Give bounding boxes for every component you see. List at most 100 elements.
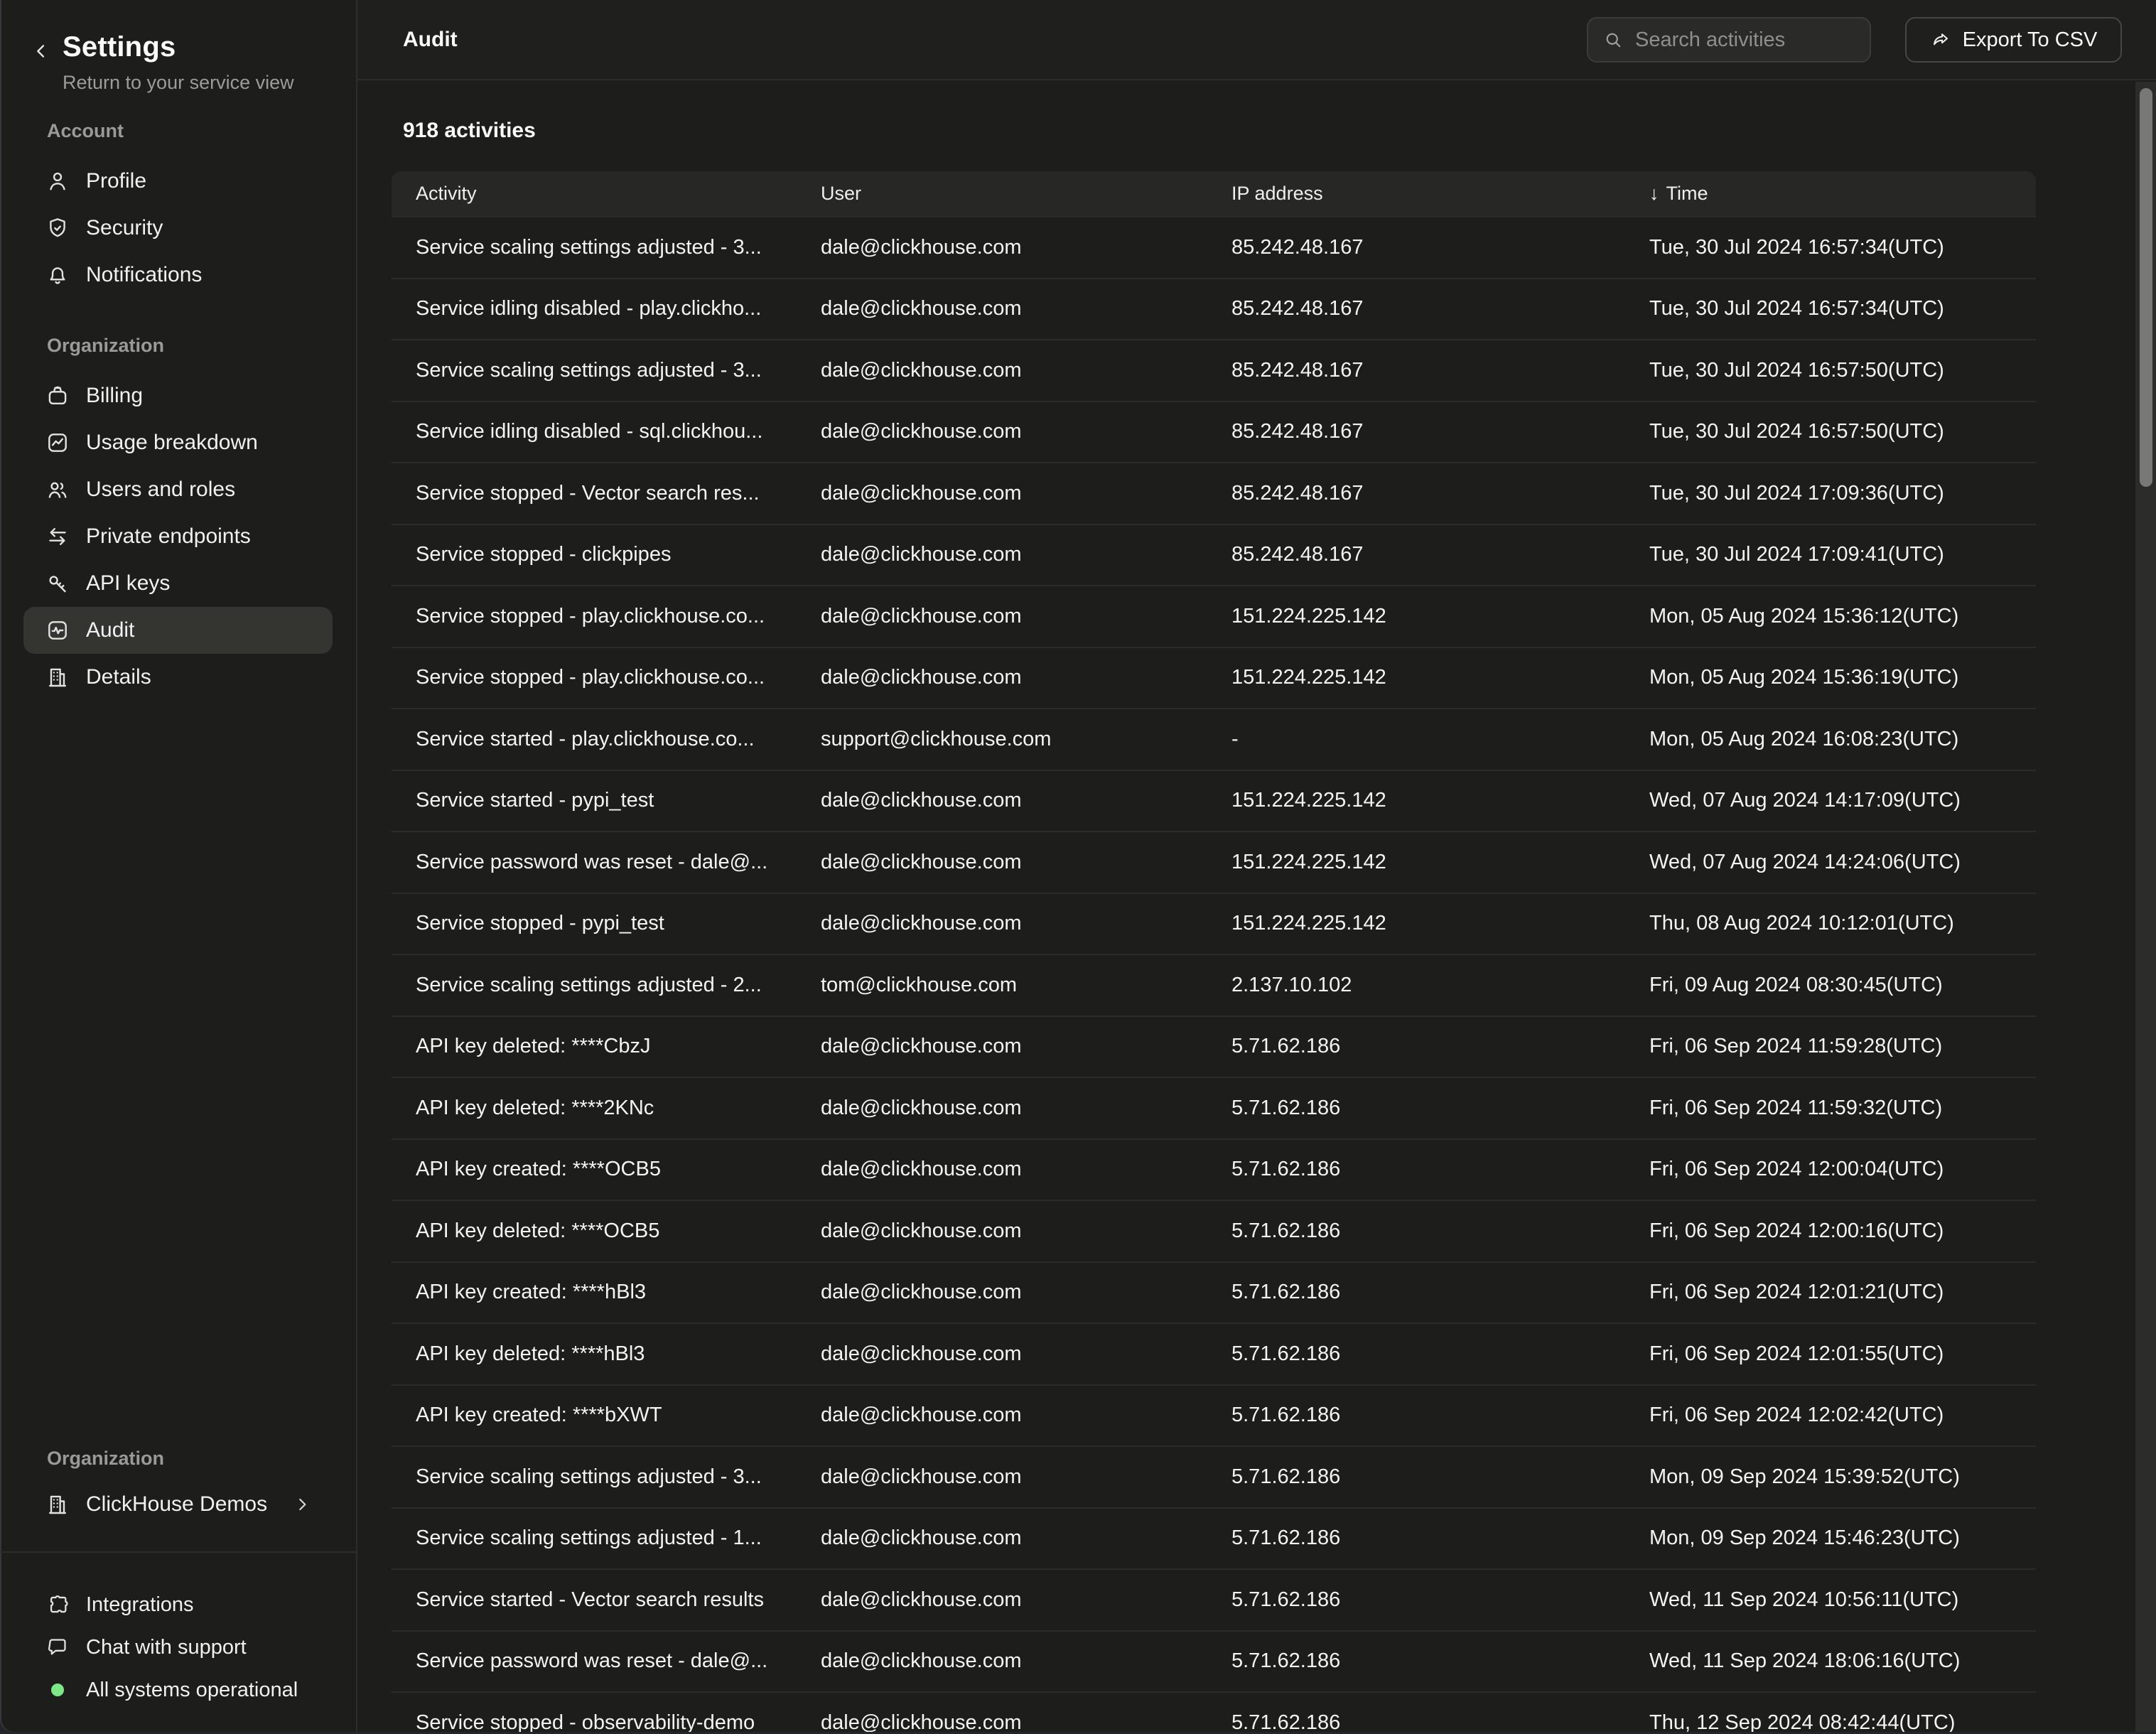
bell-icon <box>45 262 70 288</box>
cell-ip: 85.242.48.167 <box>1207 402 1625 463</box>
sidebar-item-usage-breakdown[interactable]: Usage breakdown <box>23 419 333 466</box>
cell-ip: 5.71.62.186 <box>1207 1200 1625 1262</box>
org-name: ClickHouse Demos <box>86 1492 267 1517</box>
main-panel: Audit Export To CSV 918 activities <box>357 0 2156 1732</box>
system-status-link[interactable]: All systems operational <box>23 1669 333 1711</box>
cell-user: dale@clickhouse.com <box>797 893 1207 955</box>
sidebar-item-api-keys[interactable]: API keys <box>23 560 333 607</box>
sidebar-item-label: Users and roles <box>86 478 235 502</box>
table-row: Service started - Vector search resultsd… <box>392 1569 2036 1631</box>
building-icon <box>45 1492 70 1517</box>
sidebar-item-label: Integrations <box>86 1593 194 1617</box>
cell-user: dale@clickhouse.com <box>797 1200 1207 1262</box>
scrollbar-thumb[interactable] <box>2140 88 2152 487</box>
cell-ip: 85.242.48.167 <box>1207 217 1625 279</box>
return-to-service-link[interactable]: Return to your service view <box>63 71 294 94</box>
sidebar-item-chat-support[interactable]: Chat with support <box>23 1626 333 1669</box>
sidebar-item-label: Notifications <box>86 263 202 287</box>
cell-activity: Service scaling settings adjusted - 3... <box>392 1446 797 1508</box>
cell-user: dale@clickhouse.com <box>797 1569 1207 1631</box>
cell-time: Fri, 06 Sep 2024 11:59:28(UTC) <box>1625 1016 2036 1078</box>
scrollbar-track[interactable] <box>2135 82 2156 1732</box>
cell-user: dale@clickhouse.com <box>797 1139 1207 1201</box>
org-switcher[interactable]: ClickHouse Demos <box>23 1481 333 1528</box>
cell-activity: Service started - play.clickhouse.co... <box>392 709 797 770</box>
sidebar-item-label: API keys <box>86 571 170 596</box>
sidebar-item-label: Chat with support <box>86 1636 247 1659</box>
cell-activity: Service stopped - clickpipes <box>392 524 797 586</box>
cell-ip: 5.71.62.186 <box>1207 1692 1625 1732</box>
sidebar-item-details[interactable]: Details <box>23 654 333 701</box>
cell-ip: 151.224.225.142 <box>1207 647 1625 709</box>
cell-time: Mon, 05 Aug 2024 16:08:23(UTC) <box>1625 709 2036 770</box>
user-icon <box>45 168 70 194</box>
table-row: Service started - pypi_testdale@clickhou… <box>392 770 2036 832</box>
cell-ip: 5.71.62.186 <box>1207 1446 1625 1508</box>
sidebar-item-label: Private endpoints <box>86 524 251 549</box>
table-row: Service stopped - play.clickhouse.co...d… <box>392 586 2036 647</box>
cell-ip: 5.71.62.186 <box>1207 1262 1625 1324</box>
cell-time: Wed, 07 Aug 2024 14:24:06(UTC) <box>1625 831 2036 893</box>
cell-user: dale@clickhouse.com <box>797 647 1207 709</box>
chat-bubble-icon <box>45 1635 70 1660</box>
chart-icon <box>45 430 70 456</box>
sidebar-item-audit[interactable]: Audit <box>23 607 333 654</box>
cell-user: dale@clickhouse.com <box>797 1508 1207 1570</box>
table-row: API key deleted: ****OCB5dale@clickhouse… <box>392 1200 2036 1262</box>
cell-activity: API key created: ****hBl3 <box>392 1262 797 1324</box>
cell-time: Tue, 30 Jul 2024 17:09:36(UTC) <box>1625 463 2036 524</box>
cell-activity: Service idling disabled - sql.clickhou..… <box>392 402 797 463</box>
cell-user: support@clickhouse.com <box>797 709 1207 770</box>
cell-ip: 85.242.48.167 <box>1207 340 1625 402</box>
cell-time: Fri, 06 Sep 2024 12:02:42(UTC) <box>1625 1385 2036 1447</box>
sidebar-item-billing[interactable]: Billing <box>23 372 333 419</box>
org-switcher-label: Organization <box>47 1447 356 1470</box>
table-row: Service scaling settings adjusted - 1...… <box>392 1508 2036 1570</box>
cell-ip: 85.242.48.167 <box>1207 279 1625 340</box>
cell-activity: API key deleted: ****hBl3 <box>392 1323 797 1385</box>
sidebar-item-private-endpoints[interactable]: Private endpoints <box>23 513 333 560</box>
cell-ip: 85.242.48.167 <box>1207 463 1625 524</box>
column-header-activity: Activity <box>392 171 797 217</box>
cell-user: dale@clickhouse.com <box>797 1016 1207 1078</box>
table-row: Service started - play.clickhouse.co...s… <box>392 709 2036 770</box>
cell-time: Thu, 12 Sep 2024 08:42:44(UTC) <box>1625 1692 2036 1732</box>
sidebar-divider <box>0 1551 356 1553</box>
table-row: Service scaling settings adjusted - 3...… <box>392 1446 2036 1508</box>
cell-activity: Service stopped - play.clickhouse.co... <box>392 647 797 709</box>
sidebar-item-notifications[interactable]: Notifications <box>23 252 333 298</box>
cell-activity: API key deleted: ****2KNc <box>392 1077 797 1139</box>
sidebar-item-integrations[interactable]: Integrations <box>23 1583 333 1626</box>
search-box <box>1587 17 1871 63</box>
export-csv-button[interactable]: Export To CSV <box>1905 17 2122 63</box>
cell-time: Thu, 08 Aug 2024 10:12:01(UTC) <box>1625 893 2036 955</box>
key-icon <box>45 571 70 596</box>
table-row: Service password was reset - dale@...dal… <box>392 1631 2036 1693</box>
sidebar-item-security[interactable]: Security <box>23 205 333 252</box>
cell-user: dale@clickhouse.com <box>797 1077 1207 1139</box>
cell-ip: 5.71.62.186 <box>1207 1631 1625 1693</box>
cell-user: dale@clickhouse.com <box>797 770 1207 832</box>
cell-ip: 151.224.225.142 <box>1207 893 1625 955</box>
cell-time: Mon, 05 Aug 2024 15:36:19(UTC) <box>1625 647 2036 709</box>
cell-user: dale@clickhouse.com <box>797 586 1207 647</box>
sidebar-item-profile[interactable]: Profile <box>23 158 333 205</box>
column-header-user: User <box>797 171 1207 217</box>
cell-activity: Service password was reset - dale@... <box>392 831 797 893</box>
table-row: API key deleted: ****hBl3dale@clickhouse… <box>392 1323 2036 1385</box>
cell-user: dale@clickhouse.com <box>797 1631 1207 1693</box>
search-input[interactable] <box>1634 28 1855 53</box>
cell-user: dale@clickhouse.com <box>797 831 1207 893</box>
sidebar-item-users-and-roles[interactable]: Users and roles <box>23 466 333 513</box>
page-title: Audit <box>403 28 458 52</box>
status-label: All systems operational <box>86 1679 298 1702</box>
cell-ip: 151.224.225.142 <box>1207 831 1625 893</box>
back-button[interactable] <box>31 41 51 61</box>
app-window: Settings Return to your service view Acc… <box>0 0 2156 1732</box>
cell-ip: 5.71.62.186 <box>1207 1508 1625 1570</box>
cell-time: Fri, 06 Sep 2024 12:00:04(UTC) <box>1625 1139 2036 1201</box>
cell-time: Tue, 30 Jul 2024 16:57:50(UTC) <box>1625 340 2036 402</box>
column-header-time[interactable]: ↓Time <box>1625 171 2036 217</box>
users-icon <box>45 477 70 502</box>
cell-time: Fri, 06 Sep 2024 12:00:16(UTC) <box>1625 1200 2036 1262</box>
